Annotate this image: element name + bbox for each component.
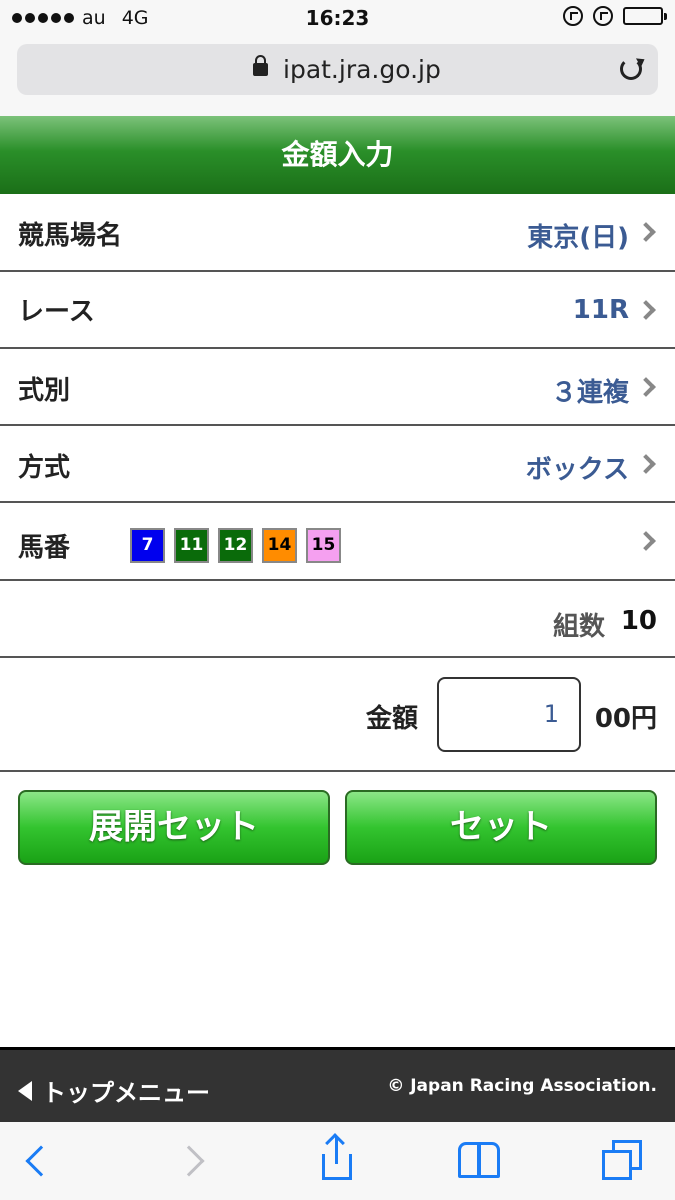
forward-button[interactable] bbox=[172, 1140, 216, 1184]
method-label: 方式 bbox=[18, 453, 71, 483]
chevron-right-icon bbox=[636, 531, 656, 551]
bet-type-value: ３連複 bbox=[550, 378, 629, 408]
method-value: ボックス bbox=[525, 455, 629, 485]
share-button[interactable] bbox=[316, 1133, 360, 1184]
amount-unit: 00円 bbox=[594, 704, 657, 734]
set-button[interactable]: セット bbox=[345, 790, 657, 865]
bet-type-row[interactable]: 式別 ３連複 bbox=[0, 349, 675, 426]
horse-number-badge: 14 bbox=[262, 528, 297, 563]
method-row[interactable]: 方式 ボックス bbox=[0, 426, 675, 503]
expand-set-button[interactable]: 展開セット bbox=[18, 790, 330, 865]
combination-count-value: 10 bbox=[620, 606, 657, 636]
status-bar: au 4G 16:23 bbox=[0, 0, 675, 38]
reload-icon[interactable] bbox=[620, 58, 642, 80]
race-row[interactable]: レース 11R bbox=[0, 272, 675, 349]
back-button[interactable] bbox=[22, 1140, 66, 1184]
horse-numbers-label: 馬番 bbox=[18, 533, 71, 563]
venue-value: 東京(日) bbox=[527, 223, 629, 253]
chevron-right-icon bbox=[636, 377, 656, 397]
alarm-icon bbox=[593, 6, 613, 26]
combination-count-label: 組数 bbox=[552, 612, 605, 642]
amount-row: 金額 1 00円 bbox=[0, 658, 675, 772]
venue-label: 競馬場名 bbox=[18, 221, 123, 251]
rotation-lock-icon bbox=[563, 6, 583, 26]
bookmarks-button[interactable] bbox=[458, 1140, 502, 1184]
chevron-right-icon bbox=[173, 1145, 205, 1177]
tabs-button[interactable] bbox=[600, 1140, 644, 1184]
chevron-right-icon bbox=[636, 300, 656, 320]
chevron-left-icon bbox=[25, 1145, 57, 1177]
top-menu-label: トップメニュー bbox=[42, 1079, 210, 1107]
page-title: 金額入力 bbox=[0, 116, 675, 194]
venue-row[interactable]: 競馬場名 東京(日) bbox=[0, 194, 675, 272]
triangle-left-icon bbox=[18, 1080, 32, 1101]
amount-input[interactable]: 1 bbox=[437, 677, 581, 752]
horse-number-badge: 7 bbox=[130, 528, 165, 563]
horse-number-badge: 11 bbox=[174, 528, 209, 563]
horse-number-list: 7 11 12 14 15 bbox=[130, 528, 341, 563]
combination-count-row: 組数 10 bbox=[0, 581, 675, 658]
race-label: レース bbox=[18, 297, 95, 327]
status-right bbox=[563, 6, 667, 26]
chevron-right-icon bbox=[636, 454, 656, 474]
top-menu-link[interactable]: トップメニュー bbox=[18, 1073, 210, 1108]
address-bar[interactable]: ipat.jra.go.jp bbox=[17, 44, 658, 95]
horse-number-badge: 12 bbox=[218, 528, 253, 563]
book-icon bbox=[458, 1142, 480, 1178]
bet-type-label: 式別 bbox=[18, 376, 71, 406]
horse-numbers-row[interactable]: 馬番 7 11 12 14 15 bbox=[0, 503, 675, 581]
footer-bar: トップメニュー © Japan Racing Association. bbox=[0, 1047, 675, 1122]
race-value: 11R bbox=[572, 295, 629, 325]
url-text: ipat.jra.go.jp bbox=[283, 55, 441, 84]
amount-label: 金額 bbox=[366, 704, 419, 734]
chevron-right-icon bbox=[636, 222, 656, 242]
browser-address-area: ipat.jra.go.jp bbox=[0, 38, 675, 116]
copyright-text: © Japan Racing Association. bbox=[387, 1076, 657, 1096]
battery-icon bbox=[623, 7, 667, 25]
horse-number-badge: 15 bbox=[306, 528, 341, 563]
browser-toolbar bbox=[0, 1122, 675, 1200]
lock-icon bbox=[253, 55, 268, 76]
